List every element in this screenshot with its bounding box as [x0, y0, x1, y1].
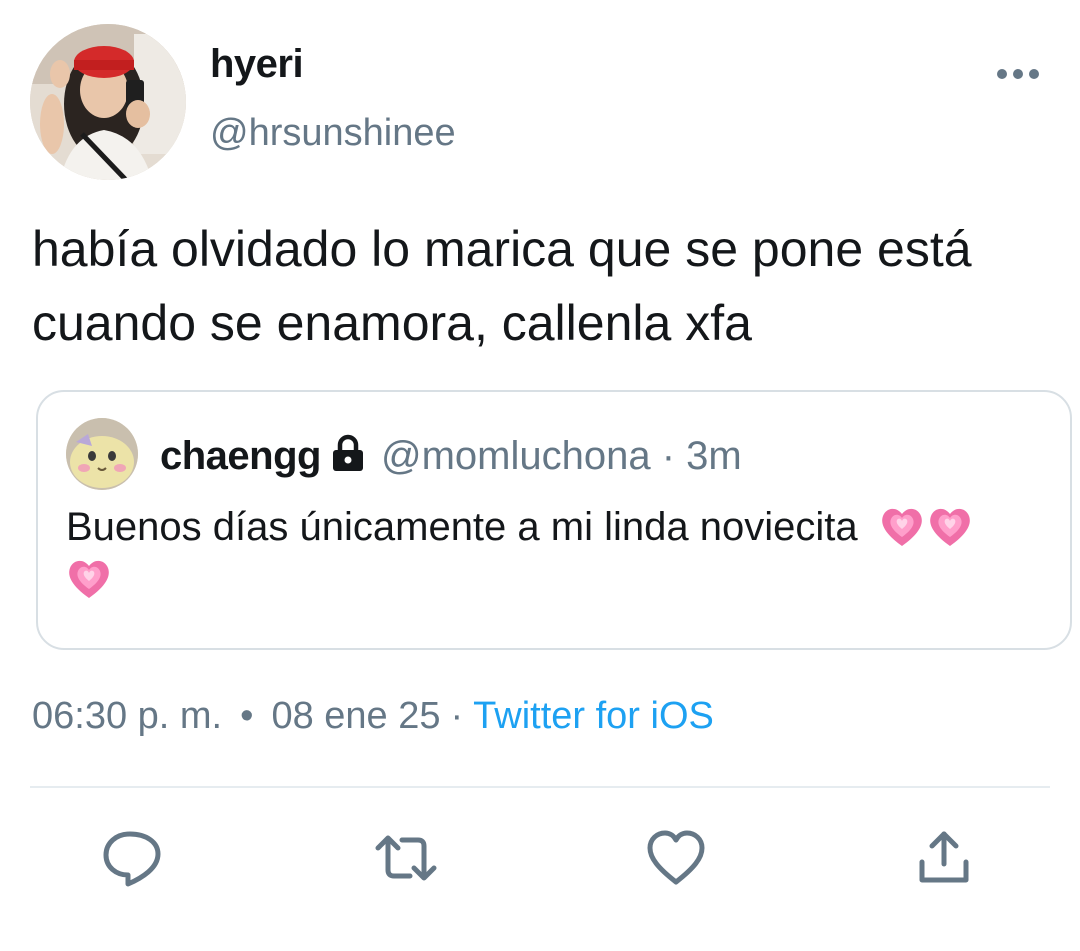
- like-button[interactable]: [644, 826, 708, 890]
- quoted-tweet-card[interactable]: chaengg @momluchona · 3m Buenos días úni…: [36, 390, 1072, 650]
- quoted-tweet-header: chaengg @momluchona · 3m: [160, 428, 742, 484]
- quoted-relative-time[interactable]: 3m: [686, 434, 742, 478]
- tweet-meta: 06:30 p. m. • 08 ene 25 · Twitter for iOS: [32, 688, 714, 744]
- more-icon: [997, 69, 1039, 79]
- retweet-icon: [375, 835, 437, 881]
- retweet-button[interactable]: [372, 826, 440, 890]
- share-button[interactable]: [912, 826, 976, 890]
- tweet-text: había olvidado lo marica que se pone est…: [32, 221, 972, 351]
- author-handle[interactable]: @hrsunshinee: [210, 112, 456, 155]
- growing-heart-icon: [927, 504, 973, 550]
- author-display-name[interactable]: hyeri: [210, 42, 304, 87]
- quoted-handle[interactable]: @momluchona: [381, 434, 651, 478]
- tweet-source-link[interactable]: Twitter for iOS: [473, 695, 714, 737]
- growing-heart-icon: [879, 504, 925, 550]
- reply-button[interactable]: [100, 826, 164, 890]
- tweet-date[interactable]: 08 ene 25: [271, 695, 440, 737]
- author-avatar[interactable]: [30, 24, 186, 180]
- quoted-display-name[interactable]: chaengg: [160, 434, 321, 478]
- tweet-time[interactable]: 06:30 p. m.: [32, 695, 222, 737]
- share-icon: [919, 831, 969, 883]
- growing-heart-icon: [66, 556, 112, 602]
- reply-icon: [103, 831, 161, 887]
- separator-dot: •: [240, 695, 254, 737]
- author-avatar-image: [30, 24, 186, 180]
- like-icon: [647, 830, 705, 885]
- quoted-tweet-text-content: Buenos días únicamente a mi linda noviec…: [66, 505, 858, 549]
- separator-dot: ·: [650, 434, 687, 478]
- more-options-button[interactable]: [990, 56, 1046, 92]
- quoted-avatar-image: [66, 418, 138, 490]
- quoted-tweet-text: Buenos días únicamente a mi linda noviec…: [66, 502, 1026, 604]
- lock-icon: [329, 432, 367, 472]
- divider: [30, 786, 1050, 788]
- separator-dot: ·: [450, 695, 464, 737]
- tweet-detail: hyeri @hrsunshinee había olvidado lo mar…: [0, 0, 1080, 951]
- quoted-author-avatar[interactable]: [66, 418, 138, 490]
